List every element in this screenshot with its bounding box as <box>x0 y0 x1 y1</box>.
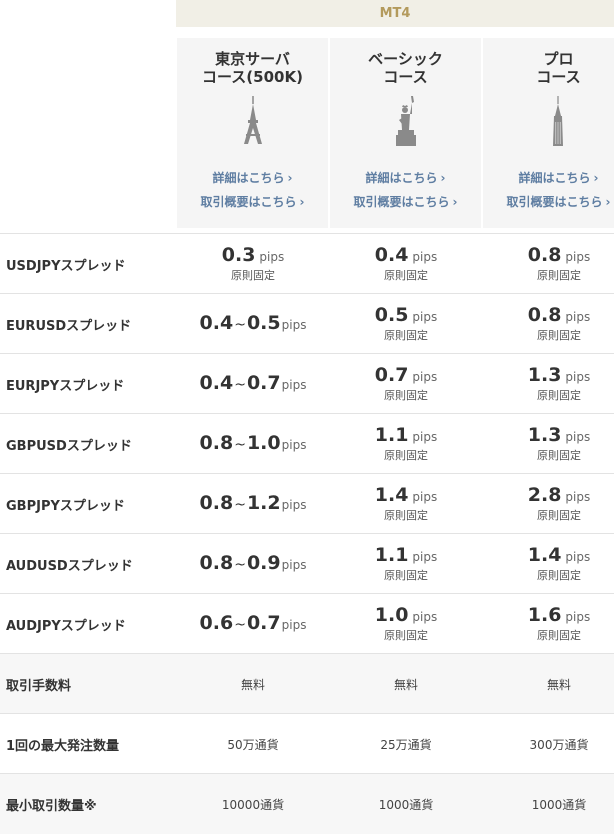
table-row-eurjpy: EURJPYスプレッド 0.4~0.7pips 0.7 pips 原則固定 1.3… <box>0 353 614 414</box>
info-cell: 10000通貨 <box>221 797 285 812</box>
table-row-commission: 取引手数料 無料 無料 無料 <box>0 653 614 714</box>
row-label: EURUSDスプレッド <box>6 318 132 334</box>
table-row-gbpusd: GBPUSDスプレッド 0.8~1.0pips 1.1 pips 原則固定 1.3… <box>0 413 614 474</box>
spread-cell: 0.8 pips 原則固定 <box>527 244 591 282</box>
info-cell: 1000通貨 <box>378 797 434 812</box>
spread-range-cell: 0.8~0.9pips <box>199 552 307 574</box>
info-cell: 25万通貨 <box>380 737 432 752</box>
detail-link[interactable]: 詳細はこちら › <box>483 169 614 186</box>
info-cell: 1000通貨 <box>531 797 587 812</box>
row-label: EURJPYスプレッド <box>6 378 125 394</box>
summary-link[interactable]: 取引概要はこちら › <box>330 193 481 210</box>
spread-range-cell: 0.6~0.7pips <box>199 612 307 634</box>
table-row-audjpy: AUDJPYスプレッド 0.6~0.7pips 1.0 pips 原則固定 1.6… <box>0 593 614 654</box>
spread-cell: 2.8 pips 原則固定 <box>527 484 591 522</box>
table-row-audusd: AUDUSDスプレッド 0.8~0.9pips 1.1 pips 原則固定 1.4… <box>0 533 614 594</box>
spread-cell: 1.3 pips 原則固定 <box>527 424 591 462</box>
course-title: プロ コース <box>536 50 581 86</box>
info-cell: 無料 <box>546 677 571 692</box>
spread-cell: 1.1 pips 原則固定 <box>374 424 438 462</box>
spread-cell: 1.4 pips 原則固定 <box>374 484 438 522</box>
chevron-right-icon: › <box>299 195 305 209</box>
row-label: GBPJPYスプレッド <box>6 498 125 514</box>
spread-range-cell: 0.4~0.5pips <box>199 312 307 334</box>
tower-icon <box>240 96 266 150</box>
skyscraper-icon <box>548 96 568 150</box>
spread-range-cell: 0.4~0.7pips <box>199 372 307 394</box>
row-label: GBPUSDスプレッド <box>6 438 132 454</box>
spread-cell: 0.7 pips 原則固定 <box>374 364 438 402</box>
table-row-min-trade: 最小取引数量※ 10000通貨 1000通貨 1000通貨 <box>0 773 614 834</box>
chevron-right-icon: › <box>593 171 599 185</box>
chevron-right-icon: › <box>440 171 446 185</box>
course-title: 東京サーバ コース(500K) <box>202 50 303 86</box>
course-header-tokyo: 東京サーバ コース(500K) 詳細はこちら › 取引概要はこちら › <box>177 38 328 228</box>
info-cell: 無料 <box>393 677 418 692</box>
course-header-pro: プロ コース 詳細はこちら › 取引概要はこちら › <box>483 38 614 228</box>
chevron-right-icon: › <box>605 195 611 209</box>
table-row-usdjpy: USDJPYスプレッド 0.3 pips 原則固定 0.4 pips 原則固定 0.… <box>0 233 614 294</box>
row-label: AUDUSDスプレッド <box>6 558 133 574</box>
row-label: 最小取引数量※ <box>6 798 97 814</box>
spread-cell: 0.3 pips 原則固定 <box>221 244 285 282</box>
spread-cell: 1.0 pips 原則固定 <box>374 604 438 642</box>
row-label: USDJPYスプレッド <box>6 258 126 274</box>
spread-range-cell: 0.8~1.0pips <box>199 432 307 454</box>
platform-header: MT4 <box>176 0 614 27</box>
chevron-right-icon: › <box>287 171 293 185</box>
spread-cell: 1.4 pips 原則固定 <box>527 544 591 582</box>
summary-link[interactable]: 取引概要はこちら › <box>483 193 614 210</box>
spread-range-cell: 0.8~1.2pips <box>199 492 307 514</box>
summary-link[interactable]: 取引概要はこちら › <box>177 193 328 210</box>
table-row-eurusd: EURUSDスプレッド 0.4~0.5pips 0.5 pips 原則固定 0.8… <box>0 293 614 354</box>
detail-link[interactable]: 詳細はこちら › <box>177 169 328 186</box>
table-row-max-order: 1回の最大発注数量 50万通貨 25万通貨 300万通貨 <box>0 713 614 774</box>
table-row-gbpjpy: GBPJPYスプレッド 0.8~1.2pips 1.4 pips 原則固定 2.8… <box>0 473 614 534</box>
spread-cell: 0.4 pips 原則固定 <box>374 244 438 282</box>
course-header-basic: ベーシック コース 詳細はこちら › 取引概要はこちら › <box>330 38 481 228</box>
row-label: AUDJPYスプレッド <box>6 618 126 634</box>
spread-cell: 1.1 pips 原則固定 <box>374 544 438 582</box>
spread-cell: 0.8 pips 原則固定 <box>527 304 591 342</box>
info-cell: 50万通貨 <box>227 737 279 752</box>
row-label: 1回の最大発注数量 <box>6 738 120 754</box>
statue-of-liberty-icon <box>391 96 421 150</box>
spread-cell: 0.5 pips 原則固定 <box>374 304 438 342</box>
detail-link[interactable]: 詳細はこちら › <box>330 169 481 186</box>
platform-label: MT4 <box>379 6 411 21</box>
spread-cell: 1.3 pips 原則固定 <box>527 364 591 402</box>
row-label: 取引手数料 <box>6 678 72 694</box>
chevron-right-icon: › <box>452 195 458 209</box>
info-cell: 無料 <box>240 677 265 692</box>
spread-cell: 1.6 pips 原則固定 <box>527 604 591 642</box>
info-cell: 300万通貨 <box>529 737 589 752</box>
course-title: ベーシック コース <box>368 50 443 86</box>
